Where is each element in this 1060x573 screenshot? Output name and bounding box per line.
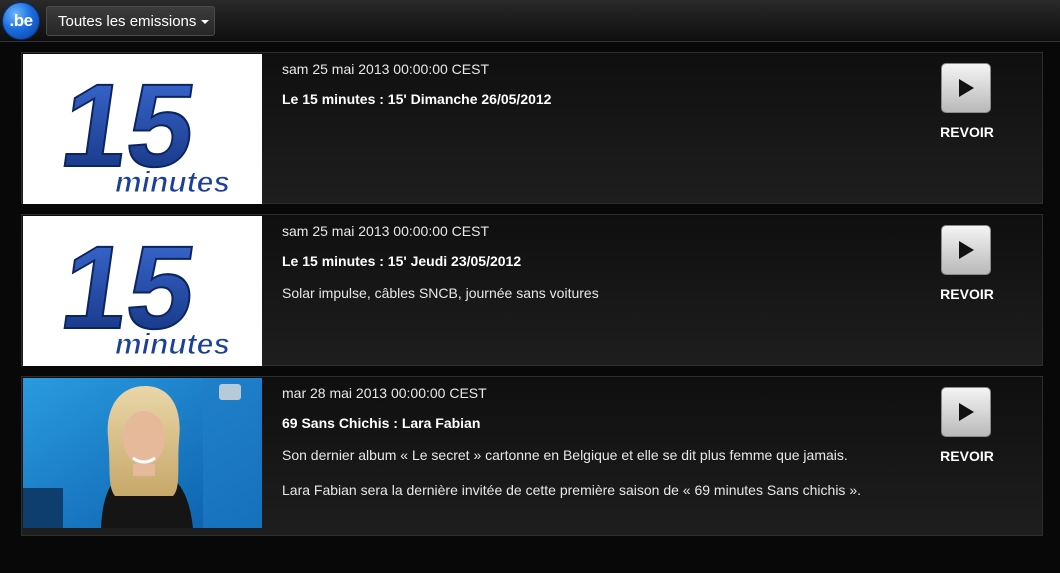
- caret-down-icon: [201, 20, 210, 24]
- play-icon: [959, 241, 974, 259]
- list-item: 15 minutes sam 25 mai 2013 00:00:00 CEST…: [21, 52, 1043, 204]
- logo-text: .be: [9, 11, 33, 30]
- episode-description-extra: Lara Fabian sera la dernière invitée de …: [282, 482, 861, 498]
- emissions-dropdown[interactable]: Toutes les emissions: [46, 6, 215, 36]
- episode-title[interactable]: Le 15 minutes : 15' Jeudi 23/05/2012: [282, 253, 882, 269]
- episode-date: sam 25 mai 2013 00:00:00 CEST: [282, 223, 490, 239]
- episode-description: Son dernier album « Le secret » cartonne…: [282, 447, 848, 463]
- play-button[interactable]: [941, 63, 991, 113]
- episode-title[interactable]: Le 15 minutes : 15' Dimanche 26/05/2012: [282, 91, 882, 107]
- 15-minutes-logo: 15 minutes: [23, 216, 262, 366]
- revoir-button[interactable]: REVOIR: [927, 286, 1007, 302]
- svg-text:minutes: minutes: [115, 328, 230, 361]
- episode-thumbnail[interactable]: 15 minutes: [23, 216, 262, 366]
- site-logo[interactable]: .be: [2, 2, 40, 40]
- play-icon: [959, 403, 974, 421]
- list-item: mar 28 mai 2013 00:00:00 CEST 69 Sans Ch…: [21, 376, 1043, 536]
- episode-date: mar 28 mai 2013 00:00:00 CEST: [282, 385, 487, 401]
- svg-text:minutes: minutes: [115, 166, 230, 199]
- tv-presenter-photo: [23, 378, 262, 528]
- episode-description: Solar impulse, câbles SNCB, journée sans…: [282, 285, 599, 301]
- episode-title[interactable]: 69 Sans Chichis : Lara Fabian: [282, 415, 882, 431]
- episode-thumbnail[interactable]: 15 minutes: [23, 54, 262, 204]
- play-button[interactable]: [941, 225, 991, 275]
- episode-date: sam 25 mai 2013 00:00:00 CEST: [282, 61, 490, 77]
- 15-minutes-logo: 15 minutes: [23, 54, 262, 204]
- list-item: 15 minutes sam 25 mai 2013 00:00:00 CEST…: [21, 214, 1043, 366]
- dropdown-label: Toutes les emissions: [58, 12, 197, 30]
- play-button[interactable]: [941, 387, 991, 437]
- episode-thumbnail[interactable]: [23, 378, 262, 528]
- episode-list: 15 minutes sam 25 mai 2013 00:00:00 CEST…: [0, 42, 1060, 573]
- top-bar: .be Toutes les emissions: [0, 0, 1060, 42]
- revoir-button[interactable]: REVOIR: [927, 124, 1007, 140]
- play-icon: [959, 79, 974, 97]
- revoir-button[interactable]: REVOIR: [927, 448, 1007, 464]
